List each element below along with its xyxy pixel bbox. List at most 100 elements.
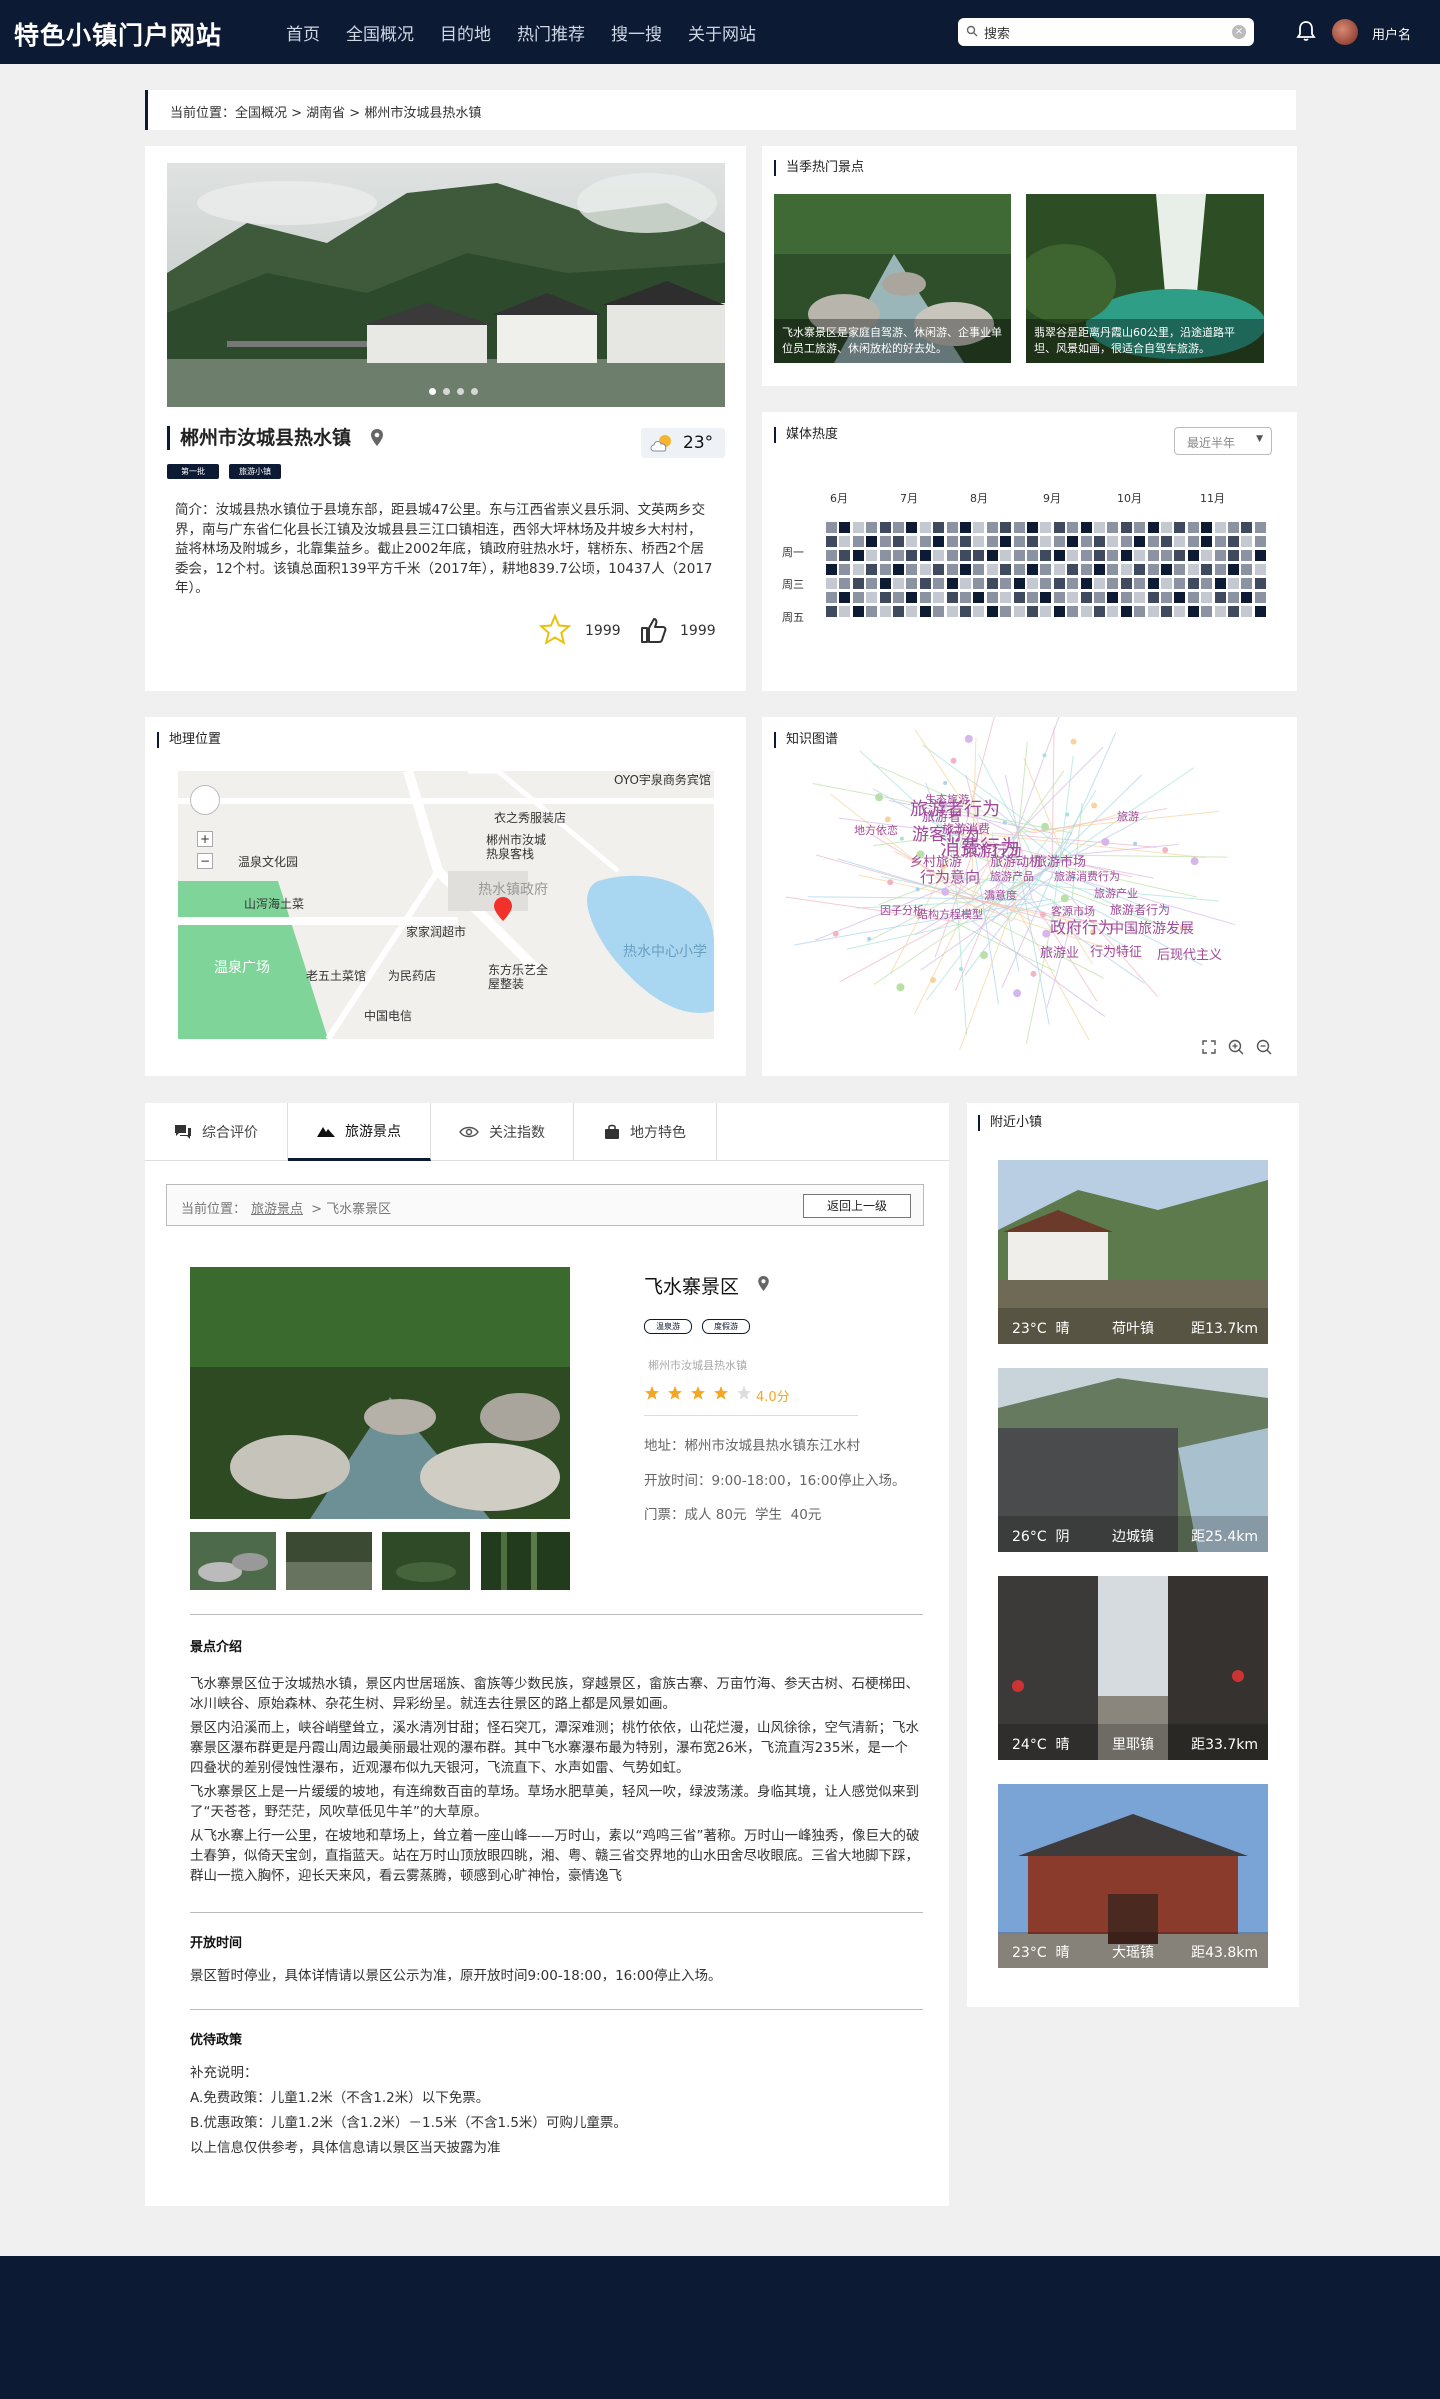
heatmap-cell[interactable] <box>1161 550 1172 561</box>
site-title[interactable]: 特色小镇门户网站 <box>14 16 222 52</box>
heatmap-cell[interactable] <box>1067 564 1079 575</box>
heatmap-cell[interactable] <box>919 550 931 561</box>
heatmap-cell[interactable] <box>1254 606 1266 617</box>
graph-node[interactable] <box>979 951 988 960</box>
heatmap-cell[interactable] <box>1161 592 1172 603</box>
heatmap-cell[interactable] <box>866 550 878 561</box>
zoom-in-button[interactable]: + <box>197 831 213 847</box>
range-select[interactable]: 最近半年 ▼ <box>1174 427 1272 455</box>
heatmap-cell[interactable] <box>1214 606 1226 617</box>
heatmap-cell[interactable] <box>960 578 971 589</box>
heatmap-cell[interactable] <box>879 578 891 589</box>
heatmap-cell[interactable] <box>866 578 878 589</box>
heatmap-cell[interactable] <box>852 550 864 561</box>
graph-node[interactable] <box>1101 837 1110 846</box>
heatmap-cell[interactable] <box>1187 536 1199 547</box>
heatmap-cell[interactable] <box>826 578 837 589</box>
zoom-in-icon[interactable] <box>1228 1039 1244 1055</box>
graph-keyword[interactable]: 旅游业 <box>1040 946 1079 961</box>
heatmap-cell[interactable] <box>1040 522 1052 533</box>
heatmap-cell[interactable] <box>1094 550 1105 561</box>
heatmap-cell[interactable] <box>1120 536 1132 547</box>
heatmap-cell[interactable] <box>826 606 837 617</box>
heatmap-cell[interactable] <box>826 536 837 547</box>
heatmap-cell[interactable] <box>1254 536 1266 547</box>
heatmap-cell[interactable] <box>1067 522 1079 533</box>
graph-keyword[interactable]: 行为特征 <box>1090 945 1142 960</box>
heatmap-cell[interactable] <box>906 592 918 603</box>
heatmap-cell[interactable] <box>1241 522 1253 533</box>
heatmap-cell[interactable] <box>986 606 998 617</box>
map-label[interactable]: 老五土菜馆 <box>306 967 366 984</box>
heatmap-cell[interactable] <box>1013 522 1025 533</box>
heatmap-cell[interactable] <box>839 606 851 617</box>
heatmap-cell[interactable] <box>946 578 958 589</box>
tab-attractions[interactable]: 旅游景点 <box>288 1103 431 1161</box>
town-carousel-image[interactable] <box>167 163 725 407</box>
heatmap-cell[interactable] <box>933 564 945 575</box>
heatmap-cell[interactable] <box>919 564 931 575</box>
heatmap-cell[interactable] <box>960 592 971 603</box>
spot-thumbnail[interactable] <box>481 1532 570 1590</box>
heatmap-cell[interactable] <box>1094 564 1105 575</box>
heatmap-cell[interactable] <box>839 536 851 547</box>
heatmap-cell[interactable] <box>1241 578 1253 589</box>
graph-node[interactable] <box>1042 753 1047 758</box>
heatmap-cell[interactable] <box>1174 536 1186 547</box>
heatmap-cell[interactable] <box>1080 550 1092 561</box>
heatmap-cell[interactable] <box>852 522 864 533</box>
graph-node[interactable] <box>1070 738 1077 745</box>
heatmap-cell[interactable] <box>973 536 985 547</box>
map-label[interactable]: 东方乐艺全屋整装 <box>488 963 548 991</box>
heatmap-cell[interactable] <box>1241 536 1253 547</box>
heatmap-cell[interactable] <box>893 564 904 575</box>
heatmap-cell[interactable] <box>960 606 971 617</box>
heatmap-cell[interactable] <box>1040 592 1052 603</box>
heatmap-cell[interactable] <box>1147 592 1159 603</box>
heatmap-cell[interactable] <box>1254 550 1266 561</box>
heatmap-cell[interactable] <box>919 536 931 547</box>
heatmap-cell[interactable] <box>960 564 971 575</box>
graph-node[interactable] <box>1060 894 1069 903</box>
heatmap-cell[interactable] <box>826 564 837 575</box>
heatmap-cell[interactable] <box>1094 536 1105 547</box>
heatmap-cell[interactable] <box>1094 606 1105 617</box>
heatmap-cell[interactable] <box>839 550 851 561</box>
graph-keyword[interactable]: 政府行为 <box>1050 918 1114 937</box>
crumb-link[interactable]: 旅游景点 <box>251 1198 303 1217</box>
map-label[interactable]: 温泉广场 <box>214 957 270 977</box>
heatmap-cell[interactable] <box>946 564 958 575</box>
heatmap-cell[interactable] <box>1107 578 1119 589</box>
nearby-town-card[interactable]: 23°C 晴 大瑶镇 距43.8km <box>998 1784 1268 1968</box>
map-label[interactable]: 家家润超市 <box>406 923 466 940</box>
heatmap-cell[interactable] <box>960 536 971 547</box>
graph-node[interactable] <box>943 781 948 786</box>
heatmap-cell[interactable] <box>1254 564 1266 575</box>
heatmap-cell[interactable] <box>866 606 878 617</box>
map-label[interactable]: 为民药店 <box>388 967 436 984</box>
graph-node[interactable] <box>950 757 957 764</box>
zoom-out-icon[interactable] <box>1256 1039 1272 1055</box>
map-label[interactable]: 热水镇政府 <box>478 879 548 899</box>
heatmap-cell[interactable] <box>879 606 891 617</box>
heatmap-cell[interactable] <box>1161 536 1172 547</box>
heatmap-cell[interactable] <box>893 606 904 617</box>
heatmap-cell[interactable] <box>1254 592 1266 603</box>
heatmap-cell[interactable] <box>986 578 998 589</box>
graph-node[interactable] <box>832 930 839 937</box>
heatmap-cell[interactable] <box>852 536 864 547</box>
back-button[interactable]: 返回上一级 <box>803 1194 911 1218</box>
heatmap-cell[interactable] <box>1201 578 1213 589</box>
heatmap-cell[interactable] <box>1000 536 1012 547</box>
heatmap-cell[interactable] <box>866 522 878 533</box>
heatmap-cell[interactable] <box>852 606 864 617</box>
heatmap-cell[interactable] <box>1107 606 1119 617</box>
nav-recommend[interactable]: 热门推荐 <box>517 20 585 45</box>
heatmap-cell[interactable] <box>839 578 851 589</box>
heatmap-cell[interactable] <box>973 564 985 575</box>
heatmap-cell[interactable] <box>1053 550 1065 561</box>
tab-local-features[interactable]: 地方特色 <box>574 1103 717 1161</box>
heatmap-cell[interactable] <box>1053 578 1065 589</box>
heatmap-cell[interactable] <box>1201 564 1213 575</box>
heatmap-cell[interactable] <box>986 564 998 575</box>
